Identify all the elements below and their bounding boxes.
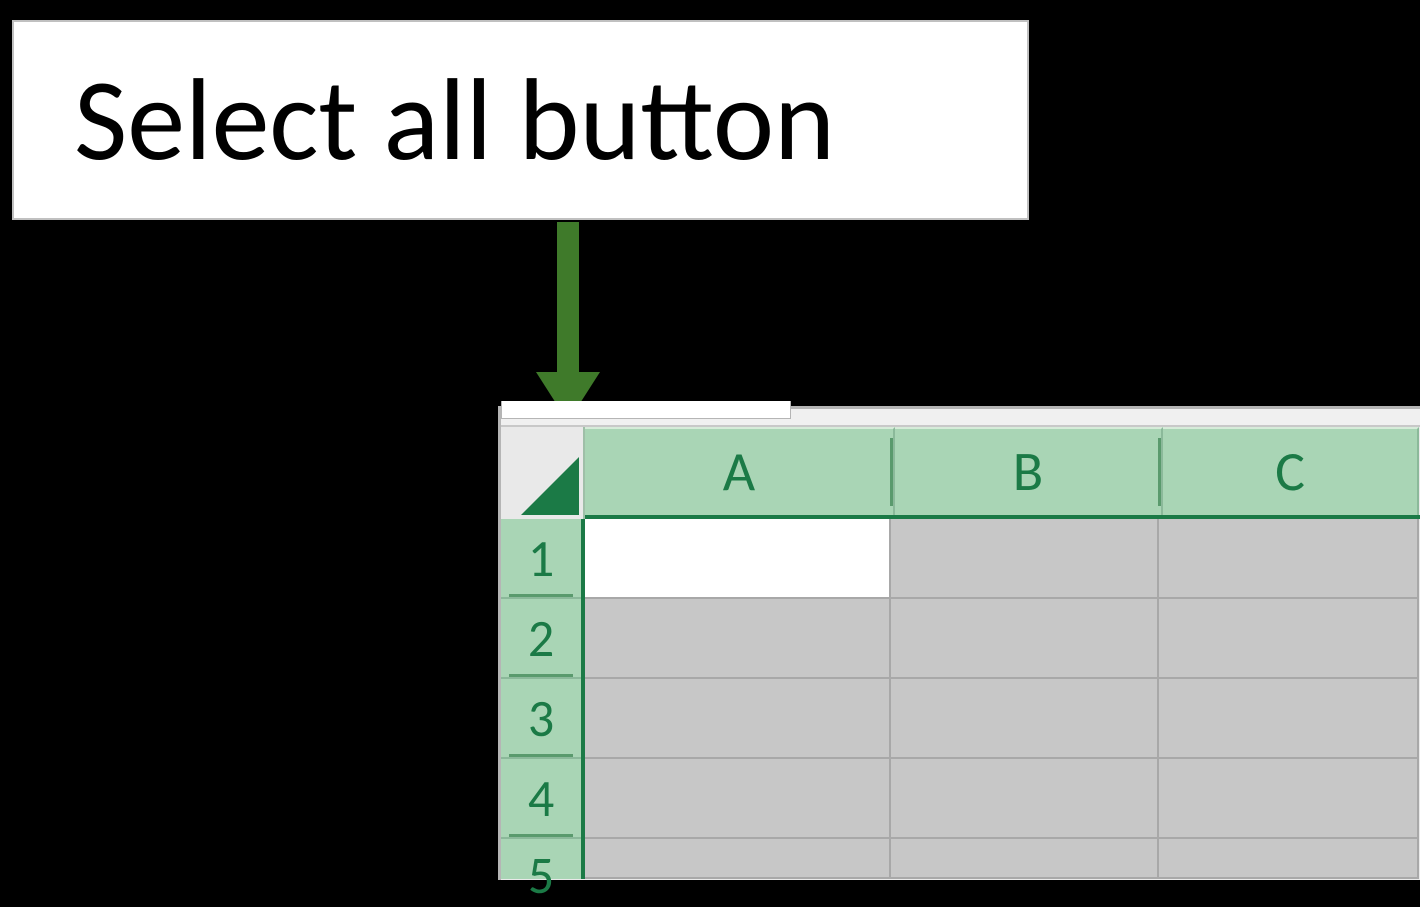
annotation-label-text: Select all button — [74, 50, 835, 191]
cell-c5[interactable] — [1159, 839, 1419, 879]
arrow-shaft — [557, 222, 579, 382]
cell-a3[interactable] — [585, 679, 891, 759]
column-divider[interactable] — [1158, 438, 1161, 507]
select-all-button[interactable] — [501, 427, 585, 519]
row-divider[interactable] — [509, 674, 573, 677]
cell-row — [585, 759, 1420, 839]
cell-a2[interactable] — [585, 599, 891, 679]
row-header-column: 1 2 3 4 5 — [501, 519, 585, 879]
row-header-label: 2 — [528, 606, 554, 670]
cell-a1[interactable] — [585, 519, 891, 599]
cell-a4[interactable] — [585, 759, 891, 839]
row-header-label: 5 — [528, 843, 554, 907]
cell-b1[interactable] — [891, 519, 1159, 599]
cell-c3[interactable] — [1159, 679, 1419, 759]
row-divider[interactable] — [509, 834, 573, 837]
column-divider[interactable] — [890, 438, 893, 507]
cell-b2[interactable] — [891, 599, 1159, 679]
cell-c1[interactable] — [1159, 519, 1419, 599]
row-header-label: 3 — [528, 686, 554, 750]
name-box-stub[interactable] — [501, 401, 791, 419]
column-header-c[interactable]: C — [1163, 427, 1419, 515]
cell-c2[interactable] — [1159, 599, 1419, 679]
row-header-5[interactable]: 5 — [501, 839, 581, 879]
cell-b3[interactable] — [891, 679, 1159, 759]
row-header-1[interactable]: 1 — [501, 519, 581, 599]
sheet-body: 1 2 3 4 5 — [501, 519, 1420, 879]
cell-c4[interactable] — [1159, 759, 1419, 839]
row-header-label: 4 — [528, 766, 554, 830]
row-header-3[interactable]: 3 — [501, 679, 581, 759]
cell-a5[interactable] — [585, 839, 891, 879]
row-divider[interactable] — [509, 754, 573, 757]
cell-row — [585, 519, 1420, 599]
row-header-label: 1 — [528, 526, 554, 590]
column-header-label: C — [1275, 438, 1305, 506]
row-divider[interactable] — [509, 594, 573, 597]
row-header-2[interactable]: 2 — [501, 599, 581, 679]
cell-b4[interactable] — [891, 759, 1159, 839]
cell-row — [585, 839, 1420, 879]
select-all-triangle-icon — [521, 457, 579, 515]
column-header-label: A — [723, 438, 755, 506]
column-header-b[interactable]: B — [895, 427, 1163, 515]
cell-row — [585, 679, 1420, 759]
column-header-a[interactable]: A — [585, 427, 895, 515]
annotation-label-box: Select all button — [12, 20, 1029, 220]
cell-area — [585, 519, 1420, 879]
column-header-label: B — [1013, 438, 1043, 506]
row-header-4[interactable]: 4 — [501, 759, 581, 839]
cell-b5[interactable] — [891, 839, 1159, 879]
spreadsheet-grid: A B C 1 2 3 4 — [498, 406, 1420, 880]
column-header-row: A B C — [501, 427, 1420, 519]
spreadsheet-top-bar — [501, 409, 1420, 427]
cell-row — [585, 599, 1420, 679]
